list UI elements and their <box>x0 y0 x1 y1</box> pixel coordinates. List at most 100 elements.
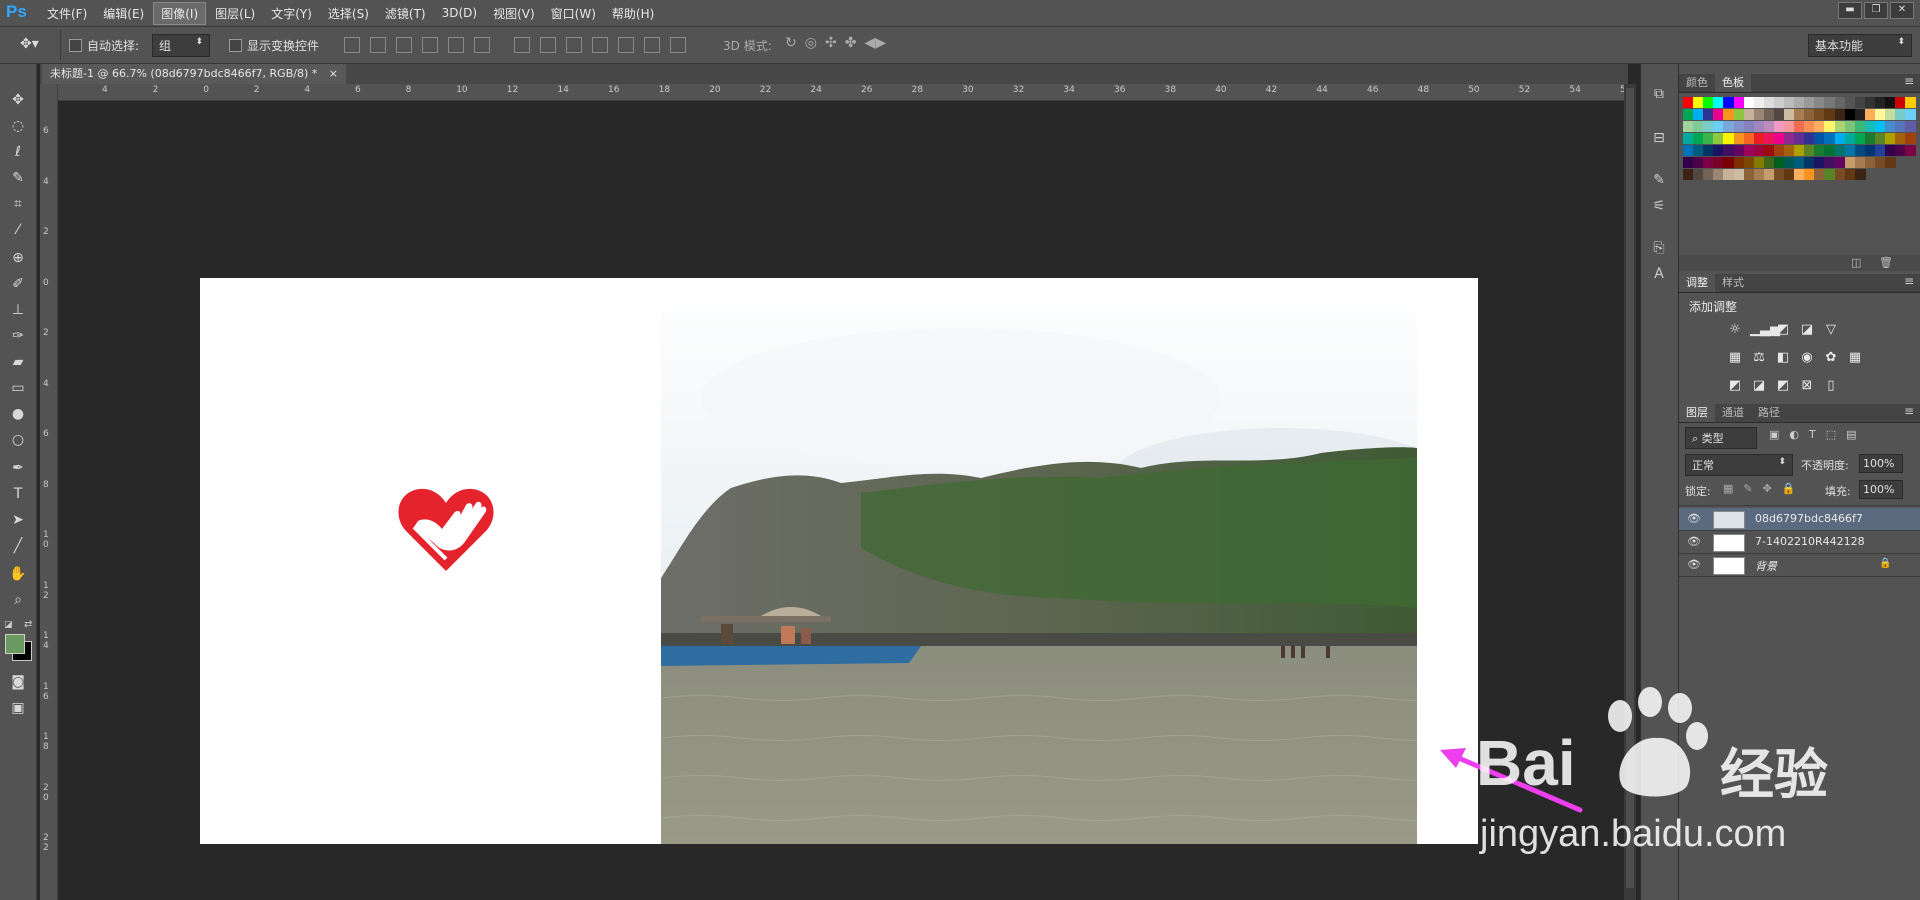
color-swatch[interactable] <box>1905 97 1917 108</box>
visibility-eye-icon[interactable]: 👁 <box>1687 512 1701 525</box>
blur-tool-icon[interactable]: ● <box>7 404 29 424</box>
quick-select-tool-icon[interactable]: ✎ <box>7 168 29 188</box>
brush-panel-icon[interactable]: ✎ <box>1649 172 1669 192</box>
clone-source-icon[interactable]: ⎘ <box>1649 240 1669 260</box>
posterize-icon[interactable]: ◪ <box>1750 378 1768 394</box>
visibility-eye-icon[interactable]: 👁 <box>1687 558 1701 571</box>
brush-presets-icon[interactable]: ⚟ <box>1649 198 1669 218</box>
brush-tool-icon[interactable]: ✐ <box>7 274 29 294</box>
vibrance-icon[interactable]: ▽ <box>1822 322 1840 338</box>
close-button[interactable]: ✕ <box>1890 2 1914 19</box>
marquee-tool-icon[interactable]: ◌ <box>7 116 29 136</box>
distribute-bottom-icon[interactable] <box>566 37 582 53</box>
distribute-vcenter-icon[interactable] <box>540 37 556 53</box>
distribute-left-icon[interactable] <box>592 37 608 53</box>
hue-saturation-icon[interactable]: ▦ <box>1726 350 1744 366</box>
delete-swatch-icon[interactable]: 🗑 <box>1879 256 1893 269</box>
3d-scale-icon[interactable]: ◀▶ <box>864 35 886 51</box>
zoom-tool-icon[interactable]: ⌕ <box>7 590 29 610</box>
panel-menu-icon[interactable]: ≡ <box>1904 404 1914 418</box>
selective-color-icon[interactable]: ⊠ <box>1798 378 1816 394</box>
document-tab[interactable]: 未标题-1 @ 66.7% (08d6797bdc8466f7, RGB/8) … <box>42 64 346 84</box>
align-left-icon[interactable] <box>422 37 438 53</box>
color-swatch[interactable] <box>1905 133 1917 144</box>
filter-shape-icon[interactable]: ⬚ <box>1826 428 1836 441</box>
history-panel-icon[interactable]: ⧉ <box>1649 86 1669 106</box>
lock-transparent-icon[interactable]: ▦ <box>1723 482 1733 495</box>
default-colors-icon[interactable]: ◪ <box>4 620 13 630</box>
photo-filter-icon[interactable]: ◉ <box>1798 350 1816 366</box>
auto-select-checkbox[interactable] <box>69 39 82 52</box>
move-tool-preset-icon[interactable]: ✥▾ <box>20 36 39 52</box>
color-swatch[interactable] <box>1905 121 1917 132</box>
pen-tool-icon[interactable]: ✒ <box>7 458 29 478</box>
color-swatch[interactable] <box>1905 145 1917 156</box>
swatches-grid[interactable] <box>1679 93 1920 253</box>
tab-styles[interactable]: 样式 <box>1715 274 1751 292</box>
tab-channels[interactable]: 通道 <box>1715 404 1751 422</box>
dodge-tool-icon[interactable]: ○ <box>7 430 29 450</box>
levels-icon[interactable]: ▁▃▅ <box>1750 322 1780 338</box>
path-selection-tool-icon[interactable]: ➤ <box>7 510 29 530</box>
healing-brush-tool-icon[interactable]: ⊕ <box>7 248 29 268</box>
threshold-icon[interactable]: ◩ <box>1774 378 1792 394</box>
align-vcenter-icon[interactable] <box>370 37 386 53</box>
screen-mode-icon[interactable]: ▣ <box>7 698 29 718</box>
lock-all-icon[interactable]: 🔒 <box>1782 482 1796 495</box>
gradient-tool-icon[interactable]: ▭ <box>7 378 29 398</box>
new-swatch-icon[interactable]: ◫ <box>1851 256 1861 269</box>
fill-field[interactable]: 100% <box>1859 480 1903 499</box>
auto-align-icon[interactable] <box>670 37 686 53</box>
tab-layers[interactable]: 图层 <box>1679 404 1715 422</box>
eraser-tool-icon[interactable]: ▰ <box>7 352 29 372</box>
panel-menu-icon[interactable]: ≡ <box>1904 74 1914 88</box>
clone-stamp-tool-icon[interactable]: ⊥ <box>7 300 29 320</box>
type-tool-icon[interactable]: T <box>7 484 29 504</box>
menu-view[interactable]: 视图(V) <box>486 3 542 24</box>
3d-pan-icon[interactable]: ✣ <box>825 35 837 51</box>
curves-icon[interactable]: ◩ <box>1774 322 1792 338</box>
panel-menu-icon[interactable]: ≡ <box>1904 274 1914 288</box>
restore-button[interactable]: ❐ <box>1864 2 1888 19</box>
tab-adjustments[interactable]: 调整 <box>1679 274 1715 292</box>
menu-edit[interactable]: 编辑(E) <box>96 3 151 24</box>
3d-roll-icon[interactable]: ◎ <box>805 35 817 51</box>
hand-tool-icon[interactable]: ✋ <box>7 564 29 584</box>
move-tool-icon[interactable]: ✥ <box>7 90 29 110</box>
crop-tool-icon[interactable]: ⌗ <box>7 194 29 214</box>
distribute-top-icon[interactable] <box>514 37 530 53</box>
distribute-right-icon[interactable] <box>644 37 660 53</box>
menu-file[interactable]: 文件(F) <box>40 3 94 24</box>
distribute-hcenter-icon[interactable] <box>618 37 634 53</box>
tab-color[interactable]: 颜色 <box>1679 74 1715 92</box>
black-white-icon[interactable]: ◧ <box>1774 350 1792 366</box>
opacity-field[interactable]: 100% <box>1859 454 1903 473</box>
filter-adjustment-icon[interactable]: ◐ <box>1789 428 1799 441</box>
layer-row[interactable]: 👁 08d6797bdc8466f7 <box>1679 508 1920 531</box>
properties-panel-icon[interactable]: ⊟ <box>1649 130 1669 150</box>
menu-filter[interactable]: 滤镜(T) <box>378 3 433 24</box>
swap-colors-icon[interactable]: ⇄ <box>24 619 32 630</box>
brightness-contrast-icon[interactable]: ☼ <box>1726 322 1744 338</box>
color-swatch[interactable] <box>1905 109 1917 120</box>
horizontal-ruler[interactable]: 4 2 0 2 4 6 8 10 12 14 16 18 20 22 24 26 28 30 32 34 36 38 40 4… <box>58 84 1626 101</box>
exposure-icon[interactable]: ◪ <box>1798 322 1816 338</box>
layer-row[interactable]: 👁 背景 🔒 <box>1679 554 1920 577</box>
menu-image[interactable]: 图像(I) <box>153 1 207 25</box>
minimize-button[interactable]: ▬ <box>1838 2 1862 19</box>
color-lookup-icon[interactable]: ▦ <box>1846 350 1864 366</box>
tab-paths[interactable]: 路径 <box>1751 404 1787 422</box>
align-right-icon[interactable] <box>474 37 490 53</box>
menu-window[interactable]: 窗口(W) <box>544 3 603 24</box>
layer-row[interactable]: 👁 7-1402210R442128 <box>1679 531 1920 554</box>
menu-type[interactable]: 文字(Y) <box>264 3 319 24</box>
character-panel-icon[interactable]: A <box>1649 266 1669 286</box>
layer-kind-filter[interactable]: ⌕ 类型 <box>1685 427 1757 449</box>
gradient-map-icon[interactable]: ▯ <box>1822 378 1840 394</box>
visibility-eye-icon[interactable]: 👁 <box>1687 535 1701 548</box>
channel-mixer-icon[interactable]: ✿ <box>1822 350 1840 366</box>
tab-swatches[interactable]: 色板 <box>1715 74 1751 92</box>
foreground-color-swatch[interactable] <box>5 634 25 654</box>
tab-close-icon[interactable]: × <box>329 67 338 80</box>
3d-rotate-icon[interactable]: ↻ <box>785 35 797 51</box>
